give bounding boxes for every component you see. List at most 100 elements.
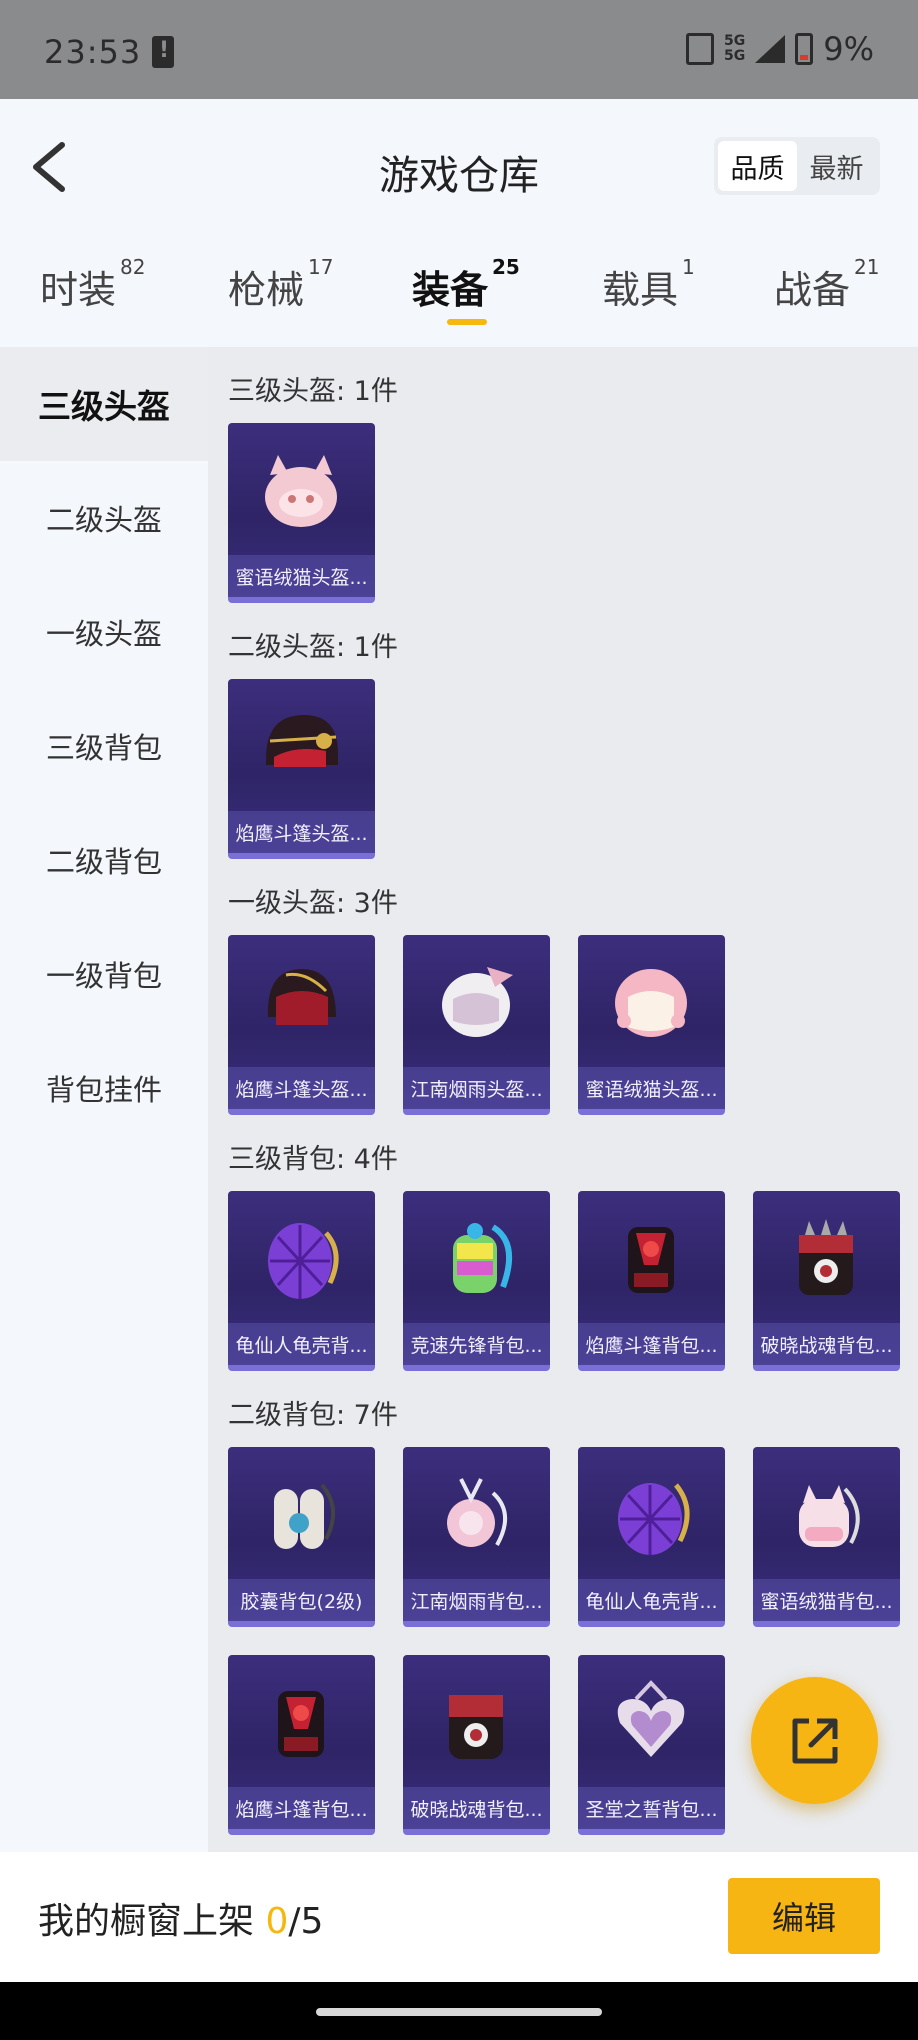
item-name: 竞速先锋背包... bbox=[403, 1323, 550, 1365]
tab-label: 载具 bbox=[602, 268, 679, 312]
system-nav-bar bbox=[0, 1982, 918, 2040]
tab-count: 21 bbox=[854, 255, 880, 279]
item-card[interactable]: 圣堂之誓背包... bbox=[578, 1655, 725, 1835]
item-card[interactable]: 胶囊背包(2级) bbox=[228, 1447, 375, 1627]
item-grid: 三级头盔: 1件 蜜语绒猫头盔... 二级头盔: 1件 焰鹰斗篷头盔... 一级… bbox=[208, 347, 918, 1852]
network-type: 5G bbox=[724, 33, 746, 49]
item-name: 焰鹰斗篷头盔... bbox=[228, 811, 375, 853]
category-sidebar: 三级头盔 二级头盔 一级头盔 三级背包 二级背包 一级背包 背包挂件 bbox=[0, 347, 208, 1852]
tab-equipment[interactable]: 装备25 bbox=[412, 255, 520, 314]
sidebar-item-level3-helmet[interactable]: 三级头盔 bbox=[0, 347, 208, 461]
tab-count: 82 bbox=[120, 255, 146, 279]
battery-icon bbox=[795, 33, 814, 65]
showcase-total: /5 bbox=[288, 1901, 324, 1942]
cat-backpack-icon bbox=[799, 1485, 860, 1547]
status-time: 23:53 bbox=[44, 33, 142, 71]
item-card[interactable]: 焰鹰斗篷头盔... bbox=[228, 679, 375, 859]
item-name: 蜜语绒猫头盔... bbox=[578, 1067, 725, 1109]
tab-supplies[interactable]: 战备21 bbox=[774, 255, 879, 314]
item-card[interactable]: 江南烟雨背包... bbox=[403, 1447, 550, 1627]
dark-red-helmet-icon bbox=[267, 969, 336, 1025]
tab-fashion[interactable]: 时装82 bbox=[40, 255, 145, 314]
item-card[interactable]: 蜜语绒猫头盔... bbox=[578, 935, 725, 1115]
sidebar-item-level1-helmet[interactable]: 一级头盔 bbox=[0, 575, 208, 689]
item-name: 焰鹰斗篷头盔... bbox=[228, 1067, 375, 1109]
active-tab-indicator bbox=[447, 319, 487, 325]
capsule-backpack-icon bbox=[274, 1483, 335, 1549]
item-name: 江南烟雨头盔... bbox=[403, 1067, 550, 1109]
item-name: 龟仙人龟壳背... bbox=[228, 1323, 375, 1365]
item-name: 焰鹰斗篷背包... bbox=[578, 1323, 725, 1365]
item-card[interactable]: 破晓战魂背包... bbox=[753, 1191, 900, 1371]
showcase-label: 我的橱窗上架 bbox=[38, 1901, 266, 1942]
item-card[interactable]: 竞速先锋背包... bbox=[403, 1191, 550, 1371]
rainbow-backpack-icon bbox=[453, 1223, 512, 1293]
app-header: 游戏仓库 品质 最新 时装82 枪械17 装备25 载具1 战备21 bbox=[0, 99, 918, 347]
item-card[interactable]: 龟仙人龟壳背... bbox=[578, 1447, 725, 1627]
section-title: 一级头盔: 3件 bbox=[228, 888, 398, 919]
item-name: 蜜语绒猫头盔... bbox=[228, 555, 375, 597]
showcase-count: 0 bbox=[265, 1901, 289, 1942]
tab-label: 枪械 bbox=[228, 268, 305, 312]
tab-count: 25 bbox=[492, 255, 520, 279]
sidebar-item-level3-backpack[interactable]: 三级背包 bbox=[0, 689, 208, 803]
showcase-bar: 我的橱窗上架 0/5 编辑 bbox=[0, 1852, 918, 1982]
pink-helmet-icon bbox=[615, 969, 687, 1037]
tab-label: 装备 bbox=[412, 268, 489, 312]
item-card[interactable]: 焰鹰斗篷背包... bbox=[578, 1191, 725, 1371]
tab-vehicles[interactable]: 载具1 bbox=[602, 255, 695, 314]
item-name: 破晓战魂背包... bbox=[403, 1787, 550, 1829]
notification-alert-icon bbox=[152, 36, 174, 68]
sort-latest-option[interactable]: 最新 bbox=[797, 141, 876, 191]
pink-cat-helmet-icon bbox=[265, 455, 337, 527]
spiked-backpack-icon bbox=[799, 1219, 853, 1295]
item-name: 圣堂之誓背包... bbox=[578, 1787, 725, 1829]
status-icons: 5G 5G 9% bbox=[686, 30, 874, 68]
tab-count: 1 bbox=[682, 255, 695, 279]
spiked-backpack-icon bbox=[449, 1695, 503, 1759]
share-icon bbox=[792, 1718, 837, 1763]
item-card[interactable]: 龟仙人龟壳背... bbox=[228, 1191, 375, 1371]
sidebar-item-level2-backpack[interactable]: 二级背包 bbox=[0, 803, 208, 917]
item-card[interactable]: 江南烟雨头盔... bbox=[403, 935, 550, 1115]
section-title: 二级背包: 7件 bbox=[228, 1400, 398, 1431]
section-title: 三级背包: 4件 bbox=[228, 1144, 398, 1175]
flower-backpack-icon bbox=[447, 1478, 507, 1547]
item-name: 胶囊背包(2级) bbox=[228, 1579, 375, 1621]
home-gesture-handle[interactable] bbox=[316, 2008, 602, 2016]
white-winged-helmet-icon bbox=[442, 967, 513, 1037]
item-name: 破晓战魂背包... bbox=[753, 1323, 900, 1365]
item-name: 江南烟雨背包... bbox=[403, 1579, 550, 1621]
heart-backpack-icon bbox=[617, 1680, 685, 1757]
item-card[interactable]: 蜜语绒猫背包... bbox=[753, 1447, 900, 1627]
sort-quality-option[interactable]: 品质 bbox=[718, 141, 797, 191]
item-name: 焰鹰斗篷背包... bbox=[228, 1787, 375, 1829]
tab-label: 战备 bbox=[774, 268, 851, 312]
item-name: 龟仙人龟壳背... bbox=[578, 1579, 725, 1621]
sidebar-item-level1-backpack[interactable]: 一级背包 bbox=[0, 917, 208, 1031]
signal-icon bbox=[755, 35, 786, 63]
edit-button[interactable]: 编辑 bbox=[728, 1878, 880, 1954]
red-black-backpack-icon bbox=[628, 1227, 674, 1293]
tab-label: 时装 bbox=[40, 268, 117, 312]
sidebar-item-level2-helmet[interactable]: 二级头盔 bbox=[0, 461, 208, 575]
share-button[interactable] bbox=[751, 1677, 878, 1804]
item-card[interactable]: 破晓战魂背包... bbox=[403, 1655, 550, 1835]
tab-guns[interactable]: 枪械17 bbox=[228, 255, 333, 314]
network-label: 5G 5G bbox=[724, 34, 745, 64]
section-title: 三级头盔: 1件 bbox=[228, 376, 398, 407]
item-card[interactable]: 焰鹰斗篷背包... bbox=[228, 1655, 375, 1835]
item-card[interactable]: 蜜语绒猫头盔... bbox=[228, 423, 375, 603]
item-name: 蜜语绒猫背包... bbox=[753, 1579, 900, 1621]
turtle-shell-backpack-icon bbox=[268, 1223, 339, 1299]
item-card[interactable]: 焰鹰斗篷头盔... bbox=[228, 935, 375, 1115]
section-title: 二级头盔: 1件 bbox=[228, 632, 398, 663]
dark-red-helmet-icon bbox=[266, 715, 338, 767]
sidebar-item-backpack-charm[interactable]: 背包挂件 bbox=[0, 1031, 208, 1145]
sort-toggle: 品质 最新 bbox=[714, 137, 880, 195]
status-bar: 23:53 5G 5G 9% bbox=[0, 0, 918, 99]
network-type-2: 5G bbox=[724, 48, 746, 64]
turtle-shell-backpack-icon bbox=[618, 1483, 690, 1555]
red-black-backpack-icon bbox=[278, 1691, 324, 1757]
category-tabs: 时装82 枪械17 装备25 载具1 战备21 bbox=[0, 249, 918, 329]
